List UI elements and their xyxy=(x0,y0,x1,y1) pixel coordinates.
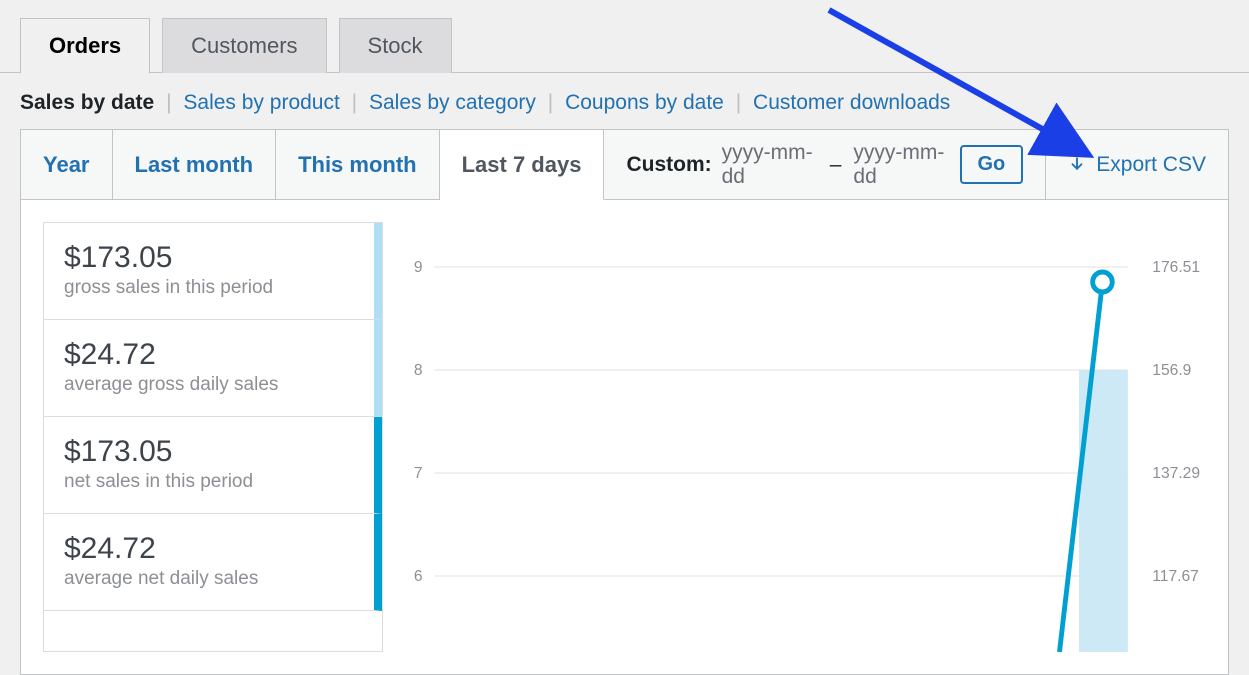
svg-text:6: 6 xyxy=(414,568,423,585)
svg-text:9: 9 xyxy=(414,259,423,276)
stat-label: gross sales in this period xyxy=(64,277,354,299)
range-last-7-days[interactable]: Last 7 days xyxy=(440,130,605,200)
stat-gross-sales[interactable]: $173.05 gross sales in this period xyxy=(44,223,382,320)
subtab-sales-by-date[interactable]: Sales by date xyxy=(20,91,154,114)
subtab-sales-by-product[interactable]: Sales by product xyxy=(183,91,339,114)
range-last-month[interactable]: Last month xyxy=(113,130,277,199)
range-this-month[interactable]: This month xyxy=(276,130,440,199)
separator: | xyxy=(160,91,177,114)
subtab-sales-by-category[interactable]: Sales by category xyxy=(369,91,536,114)
stat-value: $173.05 xyxy=(64,241,354,275)
date-range-bar: Year Last month This month Last 7 days C… xyxy=(21,130,1228,200)
range-year[interactable]: Year xyxy=(21,130,113,199)
custom-label: Custom: xyxy=(626,153,711,177)
svg-text:137.29: 137.29 xyxy=(1152,465,1200,482)
separator: | xyxy=(346,91,363,114)
stat-label: net sales in this period xyxy=(64,471,354,493)
subtab-coupons-by-date[interactable]: Coupons by date xyxy=(565,91,724,114)
stat-label: average gross daily sales xyxy=(64,374,354,396)
range-custom: Custom: yyyy-mm-dd – yyyy-mm-dd Go xyxy=(604,130,1046,199)
separator: | xyxy=(730,91,747,114)
stat-label: average net daily sales xyxy=(64,568,354,590)
svg-text:7: 7 xyxy=(414,465,423,482)
separator: | xyxy=(542,91,559,114)
tab-customers[interactable]: Customers xyxy=(162,18,326,73)
export-csv-button[interactable]: Export CSV xyxy=(1046,130,1228,199)
stat-value: $24.72 xyxy=(64,338,354,372)
tab-orders[interactable]: Orders xyxy=(20,18,150,74)
date-from-input[interactable]: yyyy-mm-dd xyxy=(722,141,818,189)
chart-point xyxy=(1093,272,1113,292)
range-dash: – xyxy=(828,153,844,177)
stat-avg-net-daily[interactable]: $24.72 average net daily sales xyxy=(44,514,382,611)
subtab-customer-downloads[interactable]: Customer downloads xyxy=(753,91,950,114)
stat-value: $24.72 xyxy=(64,532,354,566)
report-subtabs: Sales by date | Sales by product | Sales… xyxy=(0,73,1249,129)
sales-chart[interactable]: 9 8 7 6 176.51 156.9 137.29 117.67 xyxy=(405,222,1206,652)
download-icon xyxy=(1068,156,1086,174)
report-content: $173.05 gross sales in this period $24.7… xyxy=(21,200,1228,674)
stat-value: $173.05 xyxy=(64,435,354,469)
stats-sidebar: $173.05 gross sales in this period $24.7… xyxy=(43,222,383,652)
stat-net-sales[interactable]: $173.05 net sales in this period xyxy=(44,417,382,514)
report-panel: Year Last month This month Last 7 days C… xyxy=(20,129,1229,675)
go-button[interactable]: Go xyxy=(960,145,1024,184)
svg-text:156.9: 156.9 xyxy=(1152,362,1191,379)
main-tabs: Orders Customers Stock xyxy=(0,0,1249,73)
tab-stock[interactable]: Stock xyxy=(339,18,452,73)
export-csv-label: Export CSV xyxy=(1096,153,1206,177)
svg-text:176.51: 176.51 xyxy=(1152,259,1200,276)
svg-text:8: 8 xyxy=(414,362,423,379)
stat-avg-gross-daily[interactable]: $24.72 average gross daily sales xyxy=(44,320,382,417)
date-to-input[interactable]: yyyy-mm-dd xyxy=(853,141,949,189)
svg-text:117.67: 117.67 xyxy=(1152,568,1199,585)
